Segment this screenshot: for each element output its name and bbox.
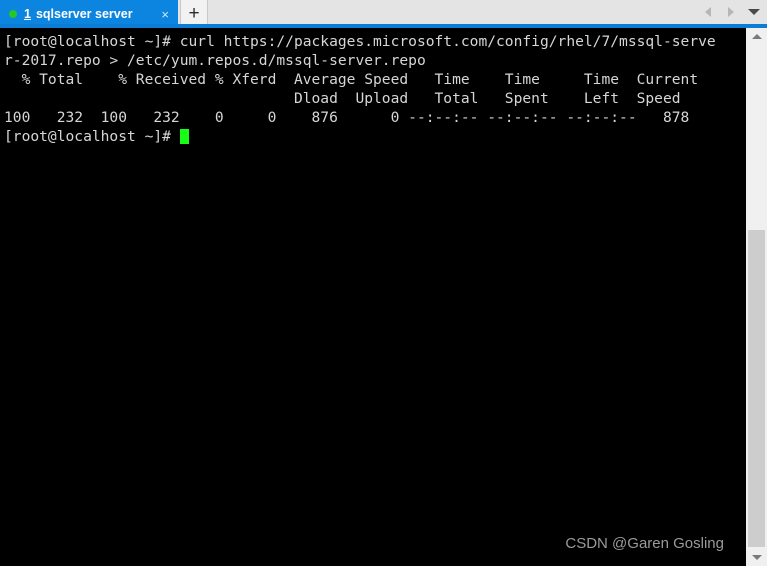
caret-up-icon [751,34,762,39]
terminal-line: [root@localhost ~]# [4,127,746,146]
tab-index-label: 1 [24,7,31,21]
terminal-scrollbar[interactable] [746,28,767,566]
tab-list-menu-button[interactable] [747,4,761,20]
chevron-left-icon [705,7,711,17]
terminal-window: 1 sqlserver server × + [root@localhost ~… [0,0,767,566]
tab-navigation [701,0,761,24]
terminal-line-text: % Total % Received % Xferd Average Speed… [4,71,699,88]
tab-status-dot [9,10,17,18]
terminal-line-text: r-2017.repo > /etc/yum.repos.d/mssql-ser… [4,52,426,69]
terminal-line: r-2017.repo > /etc/yum.repos.d/mssql-ser… [4,51,746,70]
terminal-output: [root@localhost ~]# curl https://package… [4,32,746,146]
chevron-down-icon [748,9,760,15]
close-icon[interactable]: × [158,6,172,23]
caret-down-icon [751,555,762,560]
terminal-line-text: 100 232 100 232 0 0 876 0 --:--:-- --:--… [4,109,690,126]
terminal-line: Dload Upload Total Spent Left Speed [4,89,746,108]
watermark-text: CSDN @Garen Gosling [565,535,724,552]
tab-bar: 1 sqlserver server × + [0,0,767,28]
terminal-line-text: Dload Upload Total Spent Left Speed [4,90,681,107]
scrollbar-up-button[interactable] [746,28,767,45]
next-tab-button[interactable] [724,4,738,20]
terminal-line: [root@localhost ~]# curl https://package… [4,32,746,51]
terminal-line-text: [root@localhost ~]# curl https://package… [4,33,716,50]
terminal-line: % Total % Received % Xferd Average Speed… [4,70,746,89]
terminal-screen[interactable]: [root@localhost ~]# curl https://package… [0,28,746,566]
terminal-cursor [179,129,189,144]
terminal-line-text: [root@localhost ~]# [4,128,180,145]
scrollbar-down-button[interactable] [746,549,767,566]
previous-tab-button[interactable] [701,4,715,20]
scrollbar-thumb[interactable] [748,230,765,547]
chevron-right-icon [728,7,734,17]
terminal-line: 100 232 100 232 0 0 876 0 --:--:-- --:--… [4,108,746,127]
tab-title-label: sqlserver server [35,7,133,21]
new-tab-button[interactable]: + [180,0,208,27]
